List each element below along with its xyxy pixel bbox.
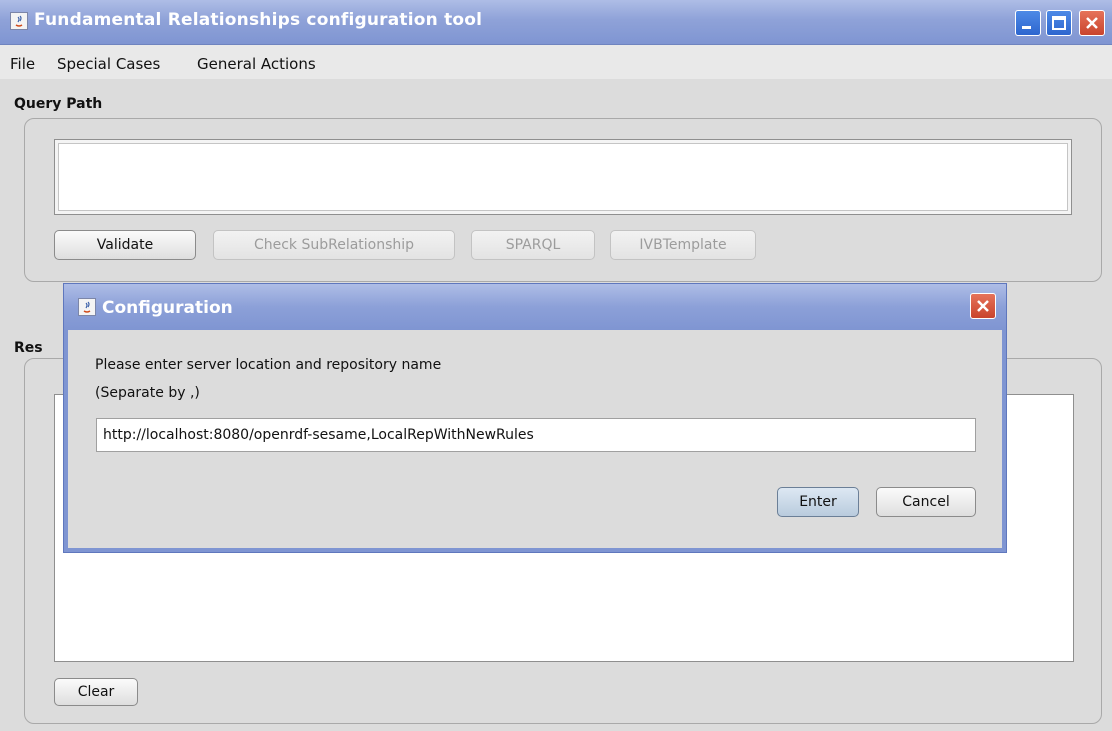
close-icon — [977, 300, 989, 312]
maximize-icon — [1052, 16, 1066, 30]
menu-bar: File Special Cases General Actions — [0, 45, 1112, 79]
close-icon — [1086, 17, 1098, 29]
results-label: Res — [14, 340, 43, 356]
dialog-close-button[interactable] — [970, 293, 996, 319]
maximize-button[interactable] — [1046, 10, 1072, 36]
cancel-button[interactable]: Cancel — [876, 487, 976, 517]
check-subrelationship-button[interactable]: Check SubRelationship — [213, 230, 455, 260]
window-titlebar[interactable]: Fundamental Relationships configuration … — [0, 0, 1112, 45]
clear-button[interactable]: Clear — [54, 678, 138, 706]
dialog-titlebar[interactable]: Configuration — [64, 284, 1006, 330]
minimize-button[interactable] — [1015, 10, 1041, 36]
query-path-input[interactable] — [54, 139, 1072, 215]
dialog-message: Please enter server location and reposit… — [95, 357, 442, 373]
enter-button[interactable]: Enter — [777, 487, 859, 517]
menu-file[interactable]: File — [10, 55, 35, 73]
window-title: Fundamental Relationships configuration … — [34, 10, 483, 30]
dialog-title: Configuration — [102, 298, 233, 318]
menu-general-actions[interactable]: General Actions — [197, 55, 316, 73]
java-app-icon — [10, 12, 28, 30]
query-path-label: Query Path — [14, 96, 103, 112]
close-button[interactable] — [1079, 10, 1105, 36]
dialog-hint: (Separate by ,) — [95, 385, 200, 401]
server-location-input[interactable] — [96, 418, 976, 452]
menu-special-cases[interactable]: Special Cases — [57, 55, 160, 73]
sparql-button[interactable]: SPARQL — [471, 230, 595, 260]
minimize-icon — [1022, 26, 1031, 29]
dialog-body: Please enter server location and reposit… — [68, 330, 1002, 548]
configuration-dialog: Configuration Please enter server locati… — [63, 283, 1007, 553]
java-app-icon — [78, 298, 96, 316]
ivbtemplate-button[interactable]: IVBTemplate — [610, 230, 756, 260]
validate-button[interactable]: Validate — [54, 230, 196, 260]
